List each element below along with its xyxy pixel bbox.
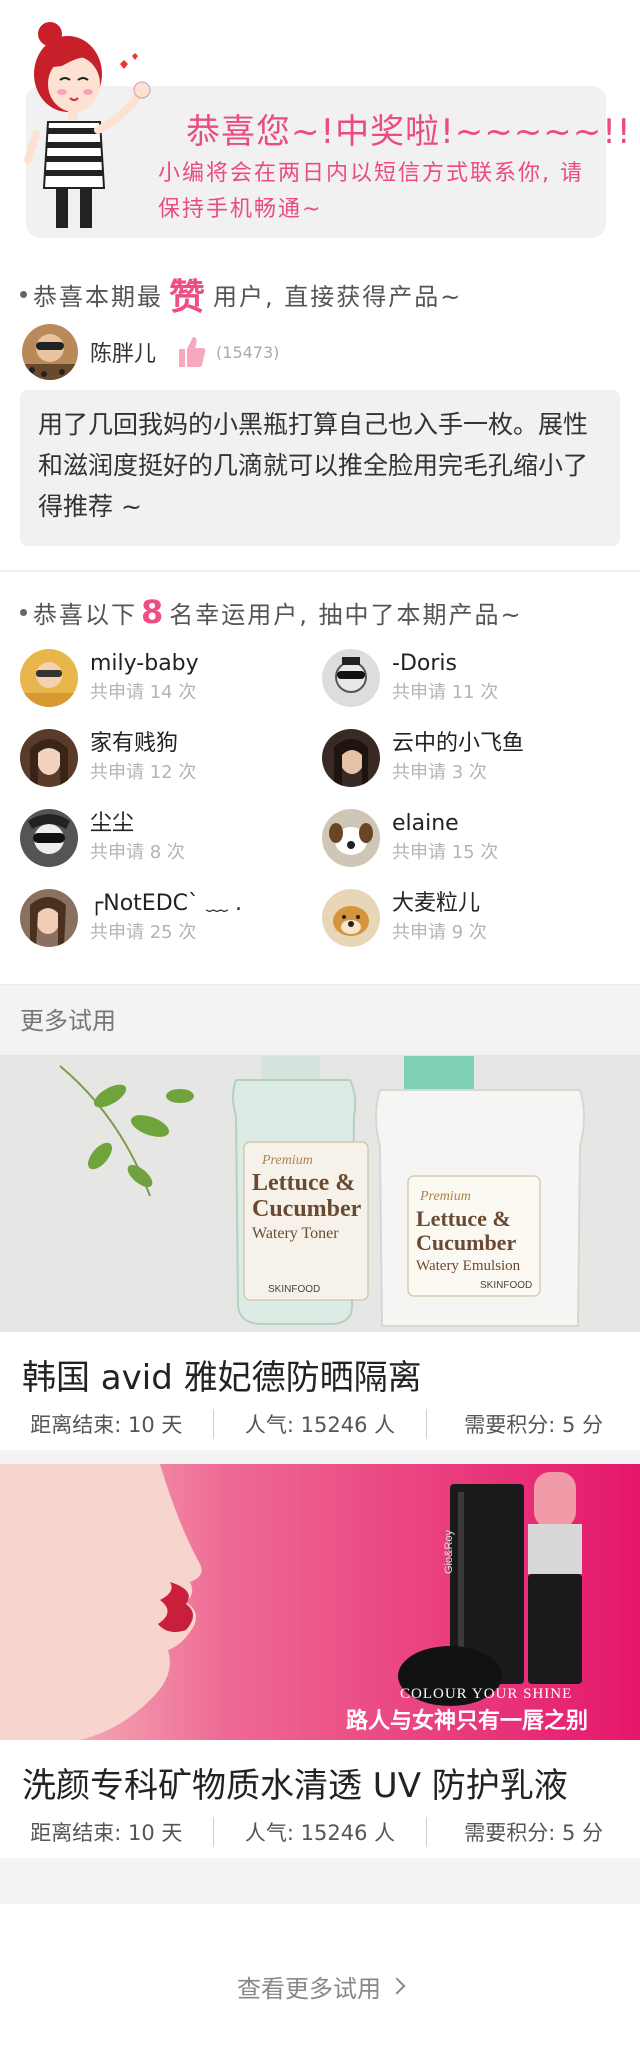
avatar [20,809,78,867]
bottle-label-premium: Premium [261,1153,313,1168]
trial-card[interactable]: Premium Lettuce & Cucumber Watery Toner … [0,1056,640,1450]
like-count: (15473) [216,342,280,362]
trial-end-time: 距离结束: 10 天 [30,1821,183,1845]
lucky-user-name: 云中的小飞鱼 [392,731,525,756]
lucky-user[interactable]: ┌NotEDC` ﹏ . 共申请 25 次 [20,878,322,958]
trial-end-time: 距离结束: 10 天 [30,1413,183,1437]
lucky-user-count: 共申请 14 次 [90,682,197,703]
top-like-heading-pre: 恭喜本期最 [33,282,163,311]
bottle-label-line2: Cucumber [252,1196,362,1222]
contact-message: 小编将会在两日内以短信方式联系你, 请保持手机畅通~ [158,161,584,222]
lucky-user[interactable]: 大麦粒儿共申请 9 次 [322,878,624,958]
trial-meta: 距离结束: 10 天 人气: 15246 人 需要积分: 5 分 [0,1806,640,1858]
top-like-heading-post: 用户, 直接获得产品~ [213,282,463,311]
lucky-user[interactable]: elaine 共申请 15 次 [322,798,624,878]
bottle2-label-line1: Lettuce & [416,1206,511,1231]
trial-points: 需要积分: 5 分 [426,1409,640,1439]
lucky-user[interactable]: 云中的小飞鱼共申请 3 次 [322,718,624,798]
avatar [20,889,78,947]
top-like-username: 陈胖儿 [90,342,157,367]
trial-points: 需要积分: 5 分 [426,1817,640,1847]
lucky-user[interactable]: 尘尘共申请 8 次 [20,798,322,878]
lucky-heading-pre: 恭喜以下 [33,600,137,629]
slogan-english: COLOUR YOUR SHINE [400,1686,572,1702]
card-separator [0,1858,640,1904]
lucky-users-section: 恭喜以下 8 名幸运用户, 抽中了本期产品~ mily-baby 共申请 14 次… [0,572,640,958]
trial-title: 洗颜专科矿物质水清透 UV 防护乳液 [22,1766,568,1806]
avatar [322,649,380,707]
chevron-right-icon [388,1977,406,1995]
lucky-user[interactable]: mily-baby 共申请 14 次 [20,638,322,718]
page: 恭喜您~!中奖啦!~~~~~!! 小编将会在两日内以短信方式联系你, 请保持手机… [0,0,640,2056]
bottle2-label-line2: Cucumber [416,1230,516,1255]
lucky-user-name: 大麦粒儿 [392,891,481,916]
lucky-user-count: 共申请 25 次 [90,922,197,943]
lucky-user-count: 共申请 8 次 [90,842,185,863]
lucky-user-name: elaine [392,811,459,836]
trial-title: 韩国 avid 雅妃德防晒隔离 [22,1358,422,1398]
congrats-title: 恭喜您~!中奖啦!~~~~~!! [186,112,632,152]
avatar [20,649,78,707]
lucky-user-grid: mily-baby 共申请 14 次 -Doris 共申请 11 次 家有贱狗共申请… [0,638,640,958]
lucky-heading-number: 8 [141,593,166,631]
bullet-dot [20,290,27,298]
avatar [322,729,380,787]
lucky-heading: 恭喜以下 8 名幸运用户, 抽中了本期产品~ [0,586,640,638]
lucky-user-name: ┌NotEDC` ﹏ . [90,891,242,916]
lucky-user-name: 家有贱狗 [90,731,179,756]
bottle-label-line3: Watery Toner [252,1225,339,1242]
thumbs-up-icon [179,337,206,367]
bullet-dot [20,608,27,616]
lucky-user-count: 共申请 11 次 [392,682,499,703]
trial-popularity: 人气: 15246 人 [212,1409,427,1439]
more-trials-heading: 更多试用 [0,984,640,1056]
lucky-user-name: 尘尘 [90,811,135,836]
bottle-label-line1: Lettuce & [252,1170,355,1196]
lucky-user-name: mily-baby [90,651,199,676]
card-separator [0,1450,640,1464]
avatar [322,889,380,947]
trial-image-lipstick: Gio&Roy COLOUR YOUR SHINE 路人与女神只有一唇之别 [0,1464,640,1740]
lucky-heading-post: 名幸运用户, 抽中了本期产品~ [169,600,523,629]
view-more-label: 查看更多试用 [237,1974,381,2003]
lucky-user[interactable]: -Doris 共申请 11 次 [322,638,624,718]
avatar [22,324,78,380]
top-like-review: 用了几回我妈的小黑瓶打算自己也入手一枚。展性和滋润度挺好的几滴就可以推全脸用完毛… [20,390,620,546]
trial-image-skincare: Premium Lettuce & Cucumber Watery Toner … [0,1056,640,1332]
avatar [322,809,380,867]
lucky-user-count: 共申请 9 次 [392,922,487,943]
top-like-user[interactable]: 陈胖儿 (15473) [0,320,640,384]
lucky-user[interactable]: 家有贱狗共申请 12 次 [20,718,322,798]
winner-banner: 恭喜您~!中奖啦!~~~~~!! 小编将会在两日内以短信方式联系你, 请保持手机… [0,0,640,250]
lucky-user-count: 共申请 3 次 [392,762,487,783]
lucky-user-name: -Doris [392,651,457,676]
slogan-chinese: 路人与女神只有一唇之别 [346,1708,588,1733]
top-like-heading: 恭喜本期最 赞 用户, 直接获得产品~ [0,268,640,320]
lucky-user-count: 共申请 15 次 [392,842,499,863]
view-more-trials-link[interactable]: 查看更多试用 [0,1926,640,2046]
avatar [20,729,78,787]
bottle2-label-premium: Premium [419,1189,471,1204]
trial-card[interactable]: Gio&Roy COLOUR YOUR SHINE 路人与女神只有一唇之别 洗颜… [0,1464,640,1858]
trial-meta: 距离结束: 10 天 人气: 15246 人 需要积分: 5 分 [0,1398,640,1450]
bottle2-maker: SKINFOOD [480,1280,532,1291]
bottle-maker: SKINFOOD [268,1284,320,1295]
trial-popularity: 人气: 15246 人 [212,1817,427,1847]
lucky-user-count: 共申请 12 次 [90,762,197,783]
bottle2-label-line3: Watery Emulsion [416,1258,521,1274]
top-like-heading-highlight: 赞 [169,277,208,318]
lipstick-brand: Gio&Roy [443,1529,455,1574]
